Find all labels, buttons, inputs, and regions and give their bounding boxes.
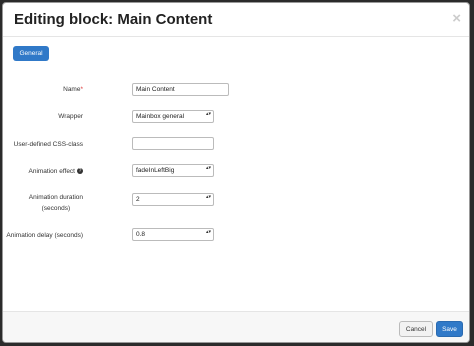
dialog-title: Editing block: Main Content <box>14 11 213 28</box>
animation-effect-select-value: fadeInLeftBig <box>136 167 175 174</box>
animation-duration-label-line2: (seconds) <box>41 205 71 212</box>
save-button[interactable]: Save <box>436 321 463 337</box>
cancel-button[interactable]: Cancel <box>399 321 433 337</box>
dialog-header: Editing block: Main Content × <box>3 3 469 37</box>
animation-effect-label: Animation effect? <box>28 168 83 176</box>
animation-duration-label: Animation duration (seconds) <box>29 194 83 213</box>
select-arrows-icon: ▴▾ <box>205 111 211 117</box>
help-icon[interactable]: ? <box>77 168 83 175</box>
animation-effect-select[interactable]: fadeInLeftBig ▴▾ <box>132 164 214 177</box>
select-arrows-icon: ▴▾ <box>205 229 211 235</box>
wrapper-select-value: Mainbox general <box>136 113 185 120</box>
css-class-label: User-defined CSS-class <box>13 141 83 148</box>
animation-delay-select[interactable]: 0.8 ▴▾ <box>132 228 214 241</box>
animation-delay-label: Animation delay (seconds) <box>6 232 83 239</box>
close-icon[interactable]: × <box>452 11 461 26</box>
animation-duration-select-value: 2 <box>136 196 140 203</box>
css-class-input[interactable] <box>132 137 214 150</box>
name-input[interactable]: Main Content <box>132 83 229 96</box>
animation-effect-label-text: Animation effect <box>28 168 76 175</box>
animation-duration-label-line1: Animation duration <box>28 194 83 201</box>
dialog-footer: Cancel Save <box>3 311 469 342</box>
name-label: Name* <box>63 86 83 94</box>
animation-delay-select-value: 0.8 <box>136 231 146 238</box>
animation-duration-select[interactable]: 2 ▴▾ <box>132 193 214 206</box>
select-arrows-icon: ▴▾ <box>205 165 211 171</box>
wrapper-select[interactable]: Mainbox general ▴▾ <box>132 110 214 123</box>
tab-general[interactable]: General <box>13 46 49 61</box>
wrapper-label: Wrapper <box>58 113 83 120</box>
name-label-text: Name <box>63 86 81 93</box>
select-arrows-icon: ▴▾ <box>205 194 211 200</box>
edit-block-dialog: Editing block: Main Content × General Na… <box>2 2 470 343</box>
required-marker: * <box>80 86 83 93</box>
